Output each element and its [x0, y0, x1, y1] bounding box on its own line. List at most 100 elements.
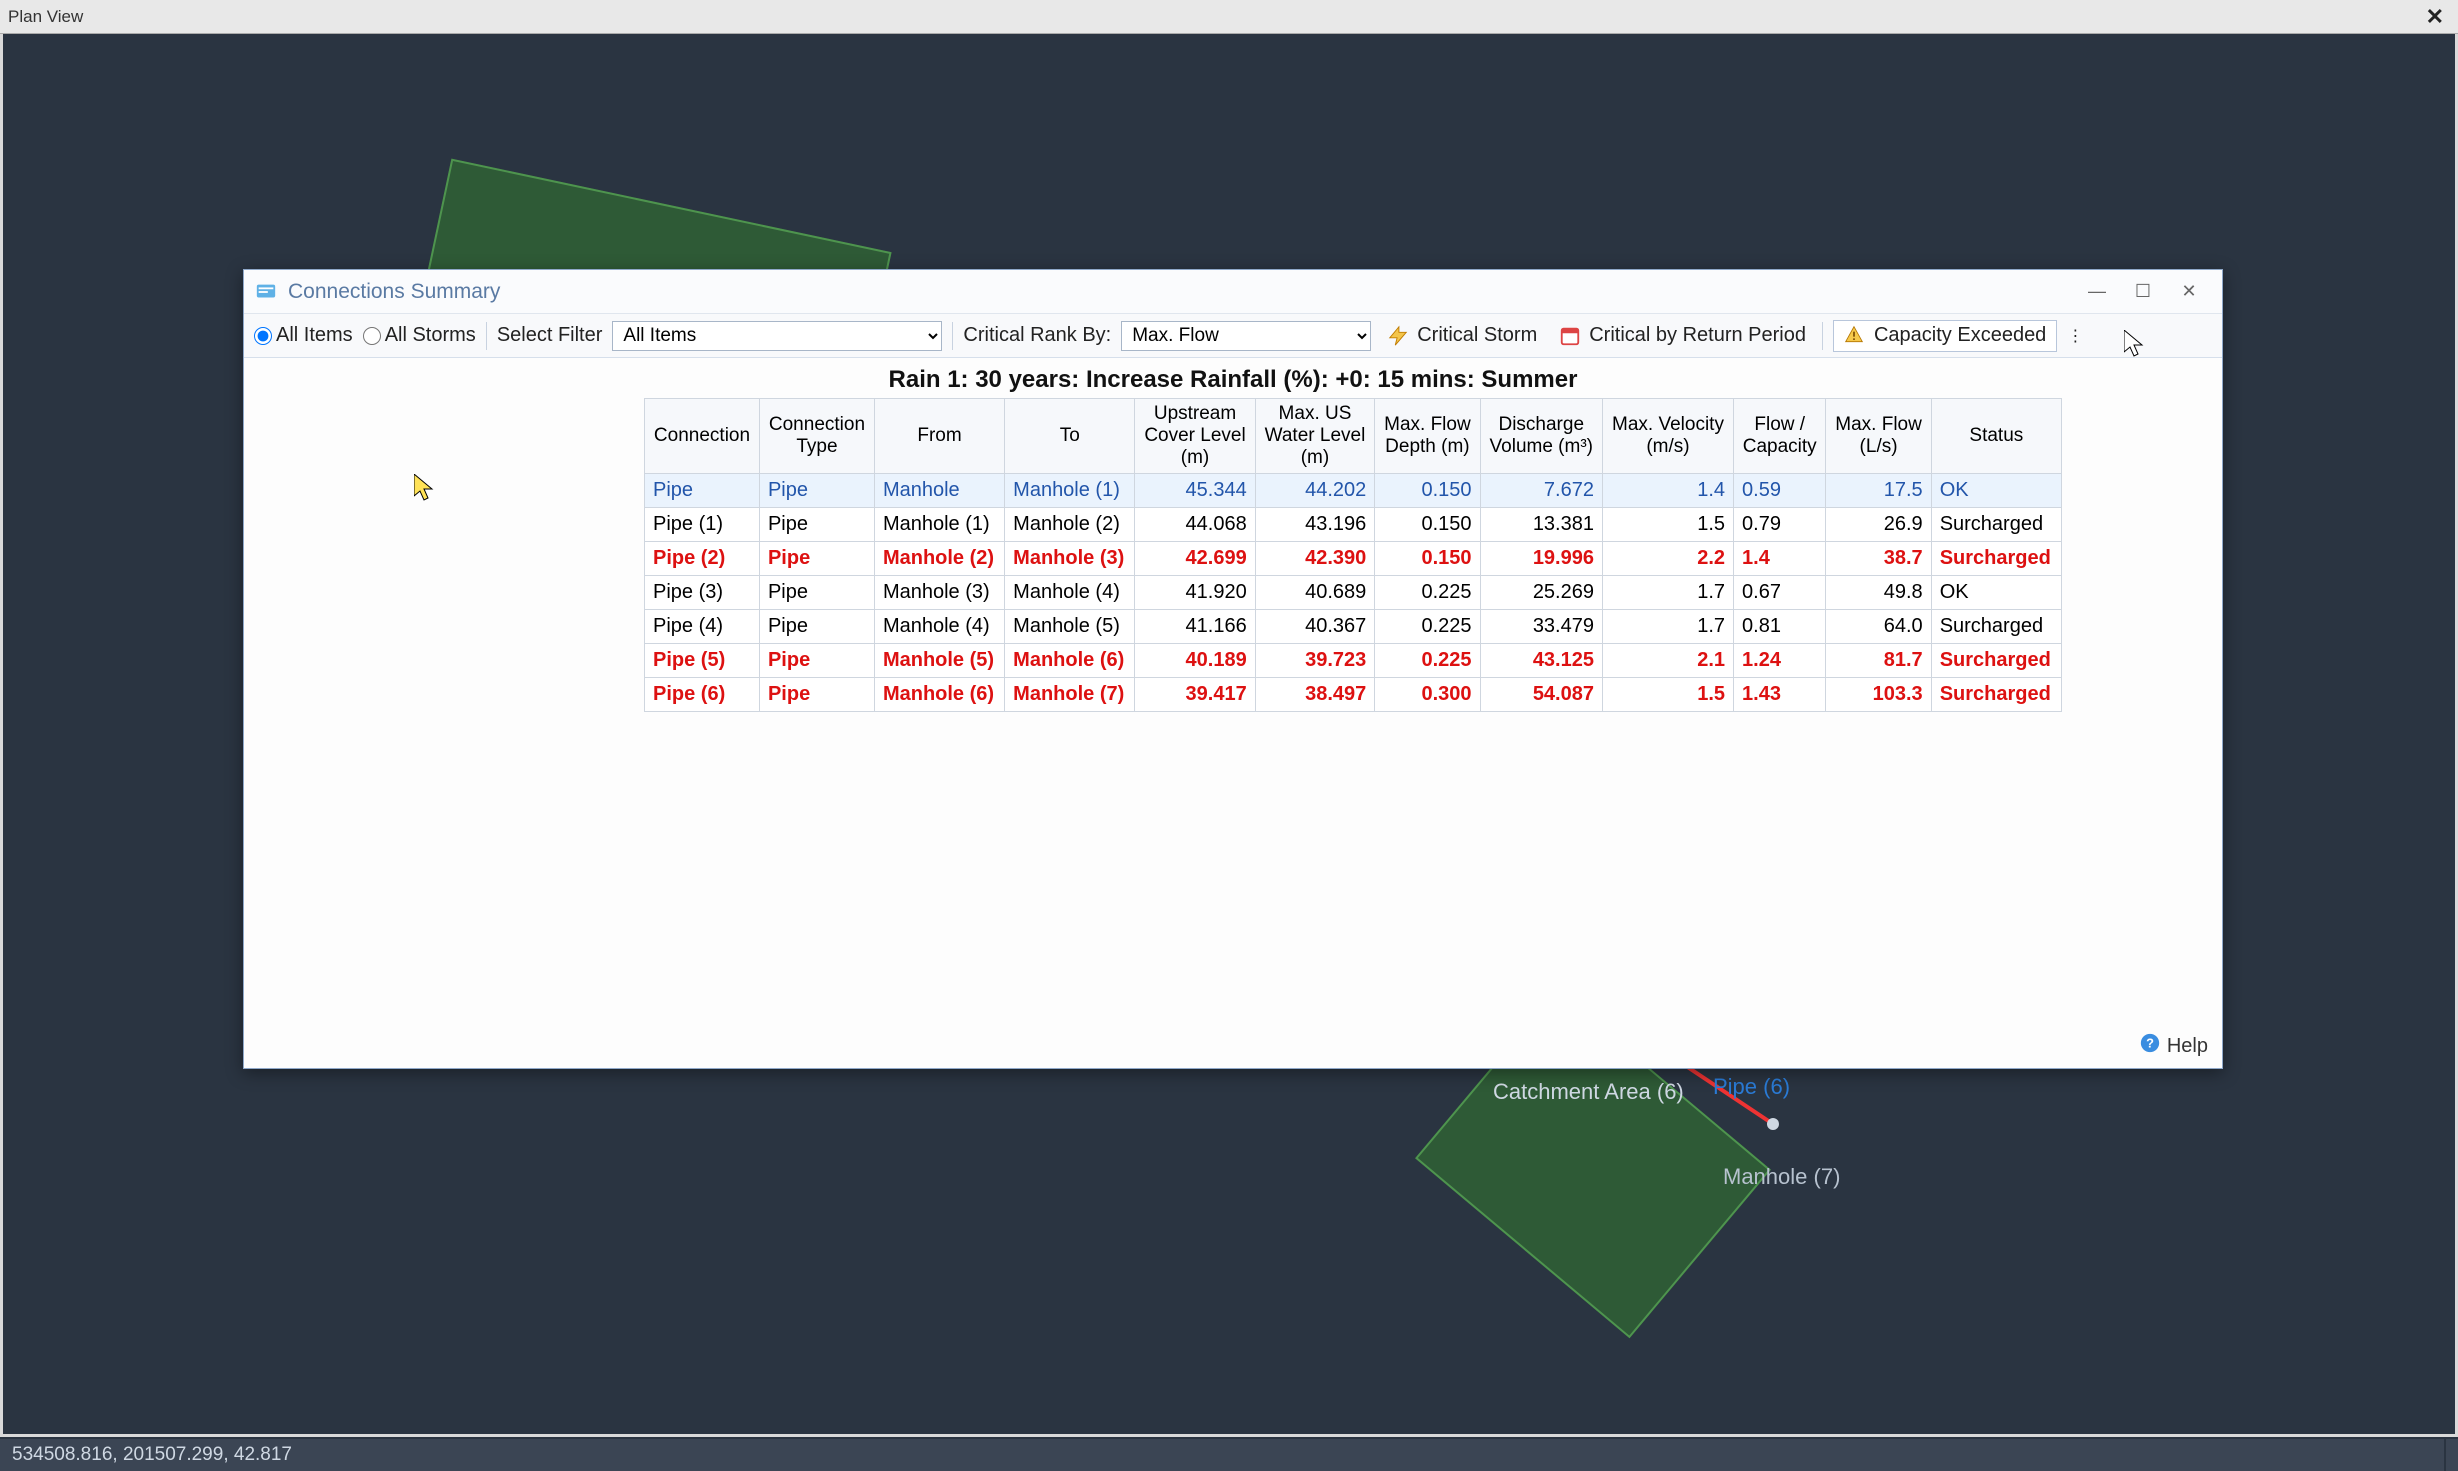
table-cell[interactable]: 0.59 [1734, 473, 1826, 507]
table-cell[interactable]: 13.381 [1480, 507, 1602, 541]
critical-by-return-button[interactable]: Critical by Return Period [1553, 320, 1812, 352]
table-cell[interactable]: Manhole [874, 473, 1004, 507]
table-cell[interactable]: 1.43 [1734, 677, 1826, 711]
table-cell[interactable]: 0.150 [1375, 473, 1480, 507]
table-cell[interactable]: 44.068 [1135, 507, 1255, 541]
col-from[interactable]: From [874, 399, 1004, 474]
col-to[interactable]: To [1005, 399, 1135, 474]
table-cell[interactable]: 39.723 [1255, 643, 1375, 677]
table-cell[interactable]: 38.7 [1826, 541, 1931, 575]
help-button[interactable]: ? Help [2139, 1032, 2208, 1060]
table-cell[interactable]: 42.390 [1255, 541, 1375, 575]
all-items-radio-input[interactable] [254, 327, 272, 345]
table-cell[interactable]: Pipe [759, 677, 874, 711]
table-cell[interactable]: 43.196 [1255, 507, 1375, 541]
table-cell[interactable]: Pipe [759, 507, 874, 541]
table-row[interactable]: Pipe (2)PipeManhole (2)Manhole (3)42.699… [645, 541, 2062, 575]
table-cell[interactable]: Manhole (7) [1005, 677, 1135, 711]
capacity-exceeded-button[interactable]: Capacity Exceeded [1833, 320, 2057, 352]
table-cell[interactable]: 40.367 [1255, 609, 1375, 643]
table-cell[interactable]: Pipe [645, 473, 760, 507]
table-cell[interactable]: Manhole (2) [874, 541, 1004, 575]
table-cell[interactable]: 1.5 [1602, 507, 1733, 541]
table-cell[interactable]: 103.3 [1826, 677, 1931, 711]
table-cell[interactable]: 81.7 [1826, 643, 1931, 677]
table-cell[interactable]: 7.672 [1480, 473, 1602, 507]
table-cell[interactable]: Surcharged [1931, 677, 2061, 711]
table-cell[interactable]: 0.150 [1375, 507, 1480, 541]
table-cell[interactable]: 2.2 [1602, 541, 1733, 575]
connections-table[interactable]: Connection ConnectionType From To Upstre… [644, 398, 2062, 712]
overflow-menu-icon[interactable]: ⋮ [2067, 326, 2083, 346]
table-row[interactable]: PipePipeManholeManhole (1)45.34444.2020.… [645, 473, 2062, 507]
table-cell[interactable]: 42.699 [1135, 541, 1255, 575]
table-cell[interactable]: 1.4 [1734, 541, 1826, 575]
table-cell[interactable]: 0.225 [1375, 643, 1480, 677]
table-cell[interactable]: 64.0 [1826, 609, 1931, 643]
table-cell[interactable]: Manhole (3) [1005, 541, 1135, 575]
col-status[interactable]: Status [1931, 399, 2061, 474]
table-cell[interactable]: Pipe [759, 541, 874, 575]
all-items-radio[interactable]: All Items [254, 324, 353, 347]
table-row[interactable]: Pipe (5)PipeManhole (5)Manhole (6)40.189… [645, 643, 2062, 677]
col-depth[interactable]: Max. FlowDepth (m) [1375, 399, 1480, 474]
all-storms-radio-input[interactable] [363, 327, 381, 345]
critical-storm-button[interactable]: Critical Storm [1381, 320, 1543, 352]
table-cell[interactable]: 1.5 [1602, 677, 1733, 711]
table-cell[interactable]: Manhole (6) [1005, 643, 1135, 677]
table-cell[interactable]: 49.8 [1826, 575, 1931, 609]
table-cell[interactable]: 0.300 [1375, 677, 1480, 711]
table-cell[interactable]: Manhole (5) [1005, 609, 1135, 643]
table-cell[interactable]: 19.996 [1480, 541, 1602, 575]
col-type[interactable]: ConnectionType [759, 399, 874, 474]
dialog-maximize-button[interactable]: ☐ [2120, 277, 2166, 307]
table-cell[interactable]: 33.479 [1480, 609, 1602, 643]
select-filter-dropdown[interactable]: All Items [612, 321, 942, 351]
plan-view-close-button[interactable]: ✕ [2420, 4, 2450, 30]
table-cell[interactable]: Pipe [759, 609, 874, 643]
table-row[interactable]: Pipe (3)PipeManhole (3)Manhole (4)41.920… [645, 575, 2062, 609]
table-cell[interactable]: Manhole (4) [1005, 575, 1135, 609]
col-uwl[interactable]: Max. USWater Level(m) [1255, 399, 1375, 474]
table-cell[interactable]: 40.189 [1135, 643, 1255, 677]
table-cell[interactable]: Surcharged [1931, 643, 2061, 677]
table-cell[interactable]: 26.9 [1826, 507, 1931, 541]
table-cell[interactable]: Surcharged [1931, 541, 2061, 575]
dialog-close-button[interactable]: ✕ [2166, 277, 2212, 307]
table-cell[interactable]: Pipe (3) [645, 575, 760, 609]
all-storms-radio[interactable]: All Storms [363, 324, 476, 347]
col-connection[interactable]: Connection [645, 399, 760, 474]
table-cell[interactable]: 2.1 [1602, 643, 1733, 677]
table-cell[interactable]: Manhole (1) [1005, 473, 1135, 507]
table-cell[interactable]: Manhole (5) [874, 643, 1004, 677]
table-cell[interactable]: Manhole (6) [874, 677, 1004, 711]
table-cell[interactable]: 40.689 [1255, 575, 1375, 609]
table-cell[interactable]: 25.269 [1480, 575, 1602, 609]
table-cell[interactable]: OK [1931, 473, 2061, 507]
table-cell[interactable]: 17.5 [1826, 473, 1931, 507]
dialog-minimize-button[interactable]: — [2074, 277, 2120, 307]
table-cell[interactable]: Surcharged [1931, 609, 2061, 643]
table-cell[interactable]: 45.344 [1135, 473, 1255, 507]
table-cell[interactable]: 0.225 [1375, 575, 1480, 609]
table-cell[interactable]: 1.24 [1734, 643, 1826, 677]
col-vel[interactable]: Max. Velocity(m/s) [1602, 399, 1733, 474]
table-cell[interactable]: Manhole (2) [1005, 507, 1135, 541]
table-cell[interactable]: 54.087 [1480, 677, 1602, 711]
table-cell[interactable]: 41.166 [1135, 609, 1255, 643]
table-cell[interactable]: Pipe [759, 643, 874, 677]
table-cell[interactable]: 0.67 [1734, 575, 1826, 609]
table-cell[interactable]: Manhole (1) [874, 507, 1004, 541]
table-cell[interactable]: 39.417 [1135, 677, 1255, 711]
table-cell[interactable]: Pipe [759, 575, 874, 609]
table-cell[interactable]: Pipe (6) [645, 677, 760, 711]
col-mflow[interactable]: Max. Flow(L/s) [1826, 399, 1931, 474]
table-cell[interactable]: 1.4 [1602, 473, 1733, 507]
table-cell[interactable]: 38.497 [1255, 677, 1375, 711]
table-cell[interactable]: OK [1931, 575, 2061, 609]
table-cell[interactable]: Pipe (1) [645, 507, 760, 541]
table-cell[interactable]: Manhole (3) [874, 575, 1004, 609]
table-row[interactable]: Pipe (6)PipeManhole (6)Manhole (7)39.417… [645, 677, 2062, 711]
table-cell[interactable]: 1.7 [1602, 575, 1733, 609]
table-cell[interactable]: Pipe (2) [645, 541, 760, 575]
